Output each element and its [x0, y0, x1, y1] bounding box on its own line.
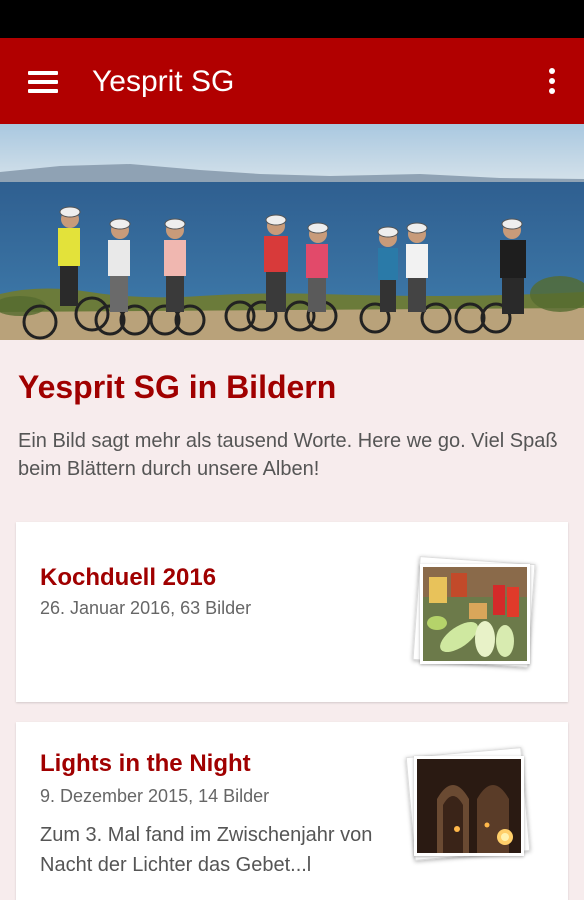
album-description: Zum 3. Mal fand im Zwischenjahr von Nach…	[40, 824, 373, 876]
album-thumbnail	[420, 564, 530, 664]
page-title: Yesprit SG in Bildern	[18, 369, 337, 405]
more-vert-icon[interactable]	[540, 65, 564, 99]
app-bar: Yesprit SG	[0, 38, 584, 124]
album-card[interactable]: Kochduell 2016 26. Januar 2016, 63 Bilde…	[16, 522, 568, 702]
album-meta: 26. Januar 2016, 63 Bilder	[40, 598, 252, 618]
hamburger-menu-icon[interactable]	[22, 64, 64, 100]
app-title: Yesprit SG	[92, 65, 235, 98]
album-meta: 9. Dezember 2015, 14 Bilder	[40, 786, 270, 806]
album-thumbnail-stack	[412, 556, 540, 670]
album-title: Lights in the Night	[40, 750, 251, 777]
album-thumbnail-stack	[405, 747, 534, 862]
album-card[interactable]: Lights in the Night 9. Dezember 2015, 14…	[16, 722, 568, 900]
intro-text: Ein Bild sagt mehr als tausend Worte. He…	[18, 430, 558, 480]
album-title: Kochduell 2016	[40, 564, 217, 591]
status-bar	[0, 0, 584, 38]
hero-image	[0, 124, 584, 340]
album-thumbnail	[414, 756, 524, 856]
